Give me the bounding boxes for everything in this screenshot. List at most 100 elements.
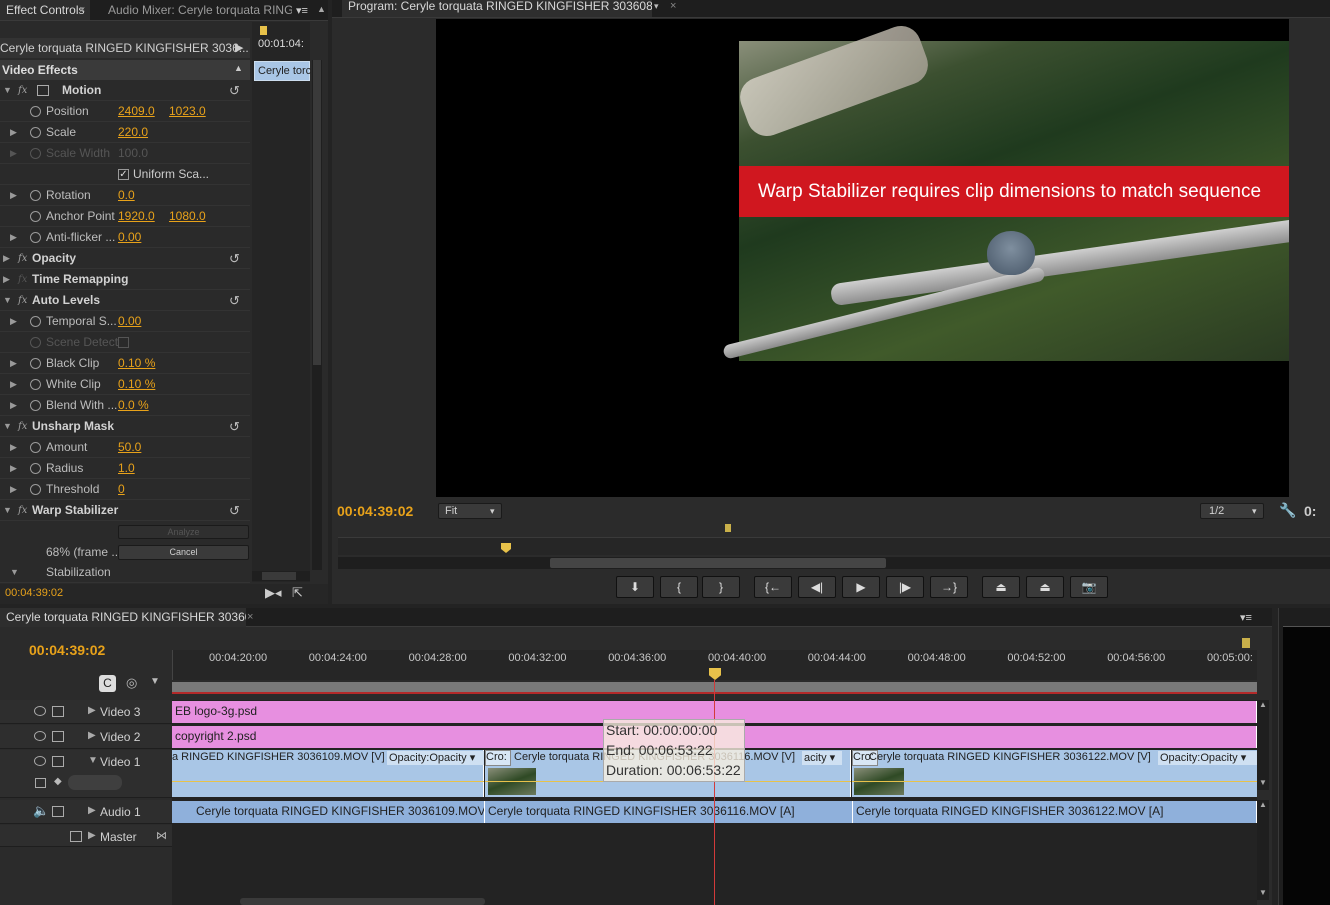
track-video1[interactable]: ▼ Video 1 ◆ xyxy=(0,750,172,798)
lift-button[interactable]: ⏏ xyxy=(982,576,1020,598)
mark-in-button[interactable]: { xyxy=(660,576,698,598)
reset-icon[interactable]: ↺ xyxy=(229,416,240,437)
panel-menu-icon[interactable]: ▾≡ xyxy=(1240,611,1252,624)
ec-vertical-scrollbar[interactable] xyxy=(312,60,322,570)
opacity-dropdown[interactable]: Opacity:Opacity ▾ xyxy=(1158,751,1257,765)
reset-icon[interactable]: ↺ xyxy=(229,290,240,311)
eye-icon[interactable] xyxy=(34,731,46,741)
expand-triangle-icon[interactable]: ▶ xyxy=(10,227,17,248)
param-scale[interactable]: ▶ Scale 220.0 xyxy=(0,122,250,143)
fx-icon[interactable]: fx xyxy=(18,500,27,521)
reset-icon[interactable]: ↺ xyxy=(229,80,240,101)
close-icon[interactable]: × xyxy=(79,4,85,16)
tl-vertical-scrollbar-audio[interactable]: ▲ ▼ xyxy=(1257,800,1269,900)
param-stabilization[interactable]: ▼ Stabilization xyxy=(0,562,250,583)
effect-motion[interactable]: ▼ fx Motion ↺ xyxy=(0,80,250,101)
expand-triangle-icon[interactable]: ▶ xyxy=(88,805,96,816)
eye-icon[interactable] xyxy=(34,756,46,766)
track-audio1[interactable]: 🔈 ▶ Audio 1 xyxy=(0,800,172,824)
stopwatch-icon[interactable] xyxy=(30,484,41,495)
stopwatch-icon[interactable] xyxy=(30,463,41,474)
param-uniform-scale[interactable]: ✓ Uniform Sca... xyxy=(0,164,250,185)
track-lock-icon[interactable] xyxy=(52,731,64,742)
track-lock-icon[interactable] xyxy=(52,706,64,717)
collapse-icon[interactable]: ▲ xyxy=(234,63,243,73)
effect-opacity[interactable]: ▶ fx Opacity ↺ xyxy=(0,248,250,269)
track-lock-icon[interactable] xyxy=(52,756,64,767)
tab-program[interactable]: Program: Ceryle torquata RINGED KINGFISH… xyxy=(342,0,652,17)
play-arrow-icon[interactable]: ▶ xyxy=(235,41,243,54)
expand-triangle-icon[interactable]: ▶ xyxy=(10,374,17,395)
param-anti-flicker[interactable]: ▶ Anti-flicker ... 0.00 xyxy=(0,227,250,248)
clip-3036109-v[interactable]: a RINGED KINGFISHER 3036109.MOV [V] Opac… xyxy=(172,750,484,797)
play-button[interactable]: ▶ xyxy=(842,576,880,598)
effect-unsharp-mask[interactable]: ▼ fx Unsharp Mask ↺ xyxy=(0,416,250,437)
expand-triangle-icon[interactable]: ▼ xyxy=(10,562,19,583)
scroll-up-icon[interactable]: ▲ xyxy=(1259,800,1267,809)
go-to-in-button[interactable]: {← xyxy=(754,576,792,598)
tab-effect-controls[interactable]: Effect Controls xyxy=(0,0,90,20)
stopwatch-icon[interactable] xyxy=(30,358,41,369)
param-radius[interactable]: ▶ Radius 1.0 xyxy=(0,458,250,479)
clip-3036116-a[interactable]: Ceryle torquata RINGED KINGFISHER 303611… xyxy=(485,801,853,823)
param-temporal-smoothing[interactable]: ▶ Temporal S... 0.00 xyxy=(0,311,250,332)
expand-triangle-icon[interactable]: ▼ xyxy=(3,500,12,521)
display-style-icon[interactable] xyxy=(35,778,46,788)
effect-auto-levels[interactable]: ▼ fx Auto Levels ↺ xyxy=(0,290,250,311)
marker-icon[interactable]: ◎ xyxy=(126,675,137,691)
motion-transform-icon[interactable] xyxy=(37,85,49,96)
ec-scroll-thumb[interactable] xyxy=(313,60,321,365)
fx-icon[interactable]: fx xyxy=(18,248,27,269)
playhead-icon[interactable] xyxy=(501,543,511,553)
fx-icon[interactable]: fx xyxy=(18,290,27,311)
master-output-icon[interactable]: ⋈ xyxy=(156,829,167,842)
expand-triangle-icon[interactable]: ▶ xyxy=(10,353,17,374)
speaker-icon[interactable]: 🔈 xyxy=(33,803,49,819)
extract-button[interactable]: ⏏ xyxy=(1026,576,1064,598)
effect-warp-stabilizer[interactable]: ▼ fx Warp Stabilizer ↺ xyxy=(0,500,250,521)
expand-triangle-icon[interactable]: ▶ xyxy=(10,311,17,332)
expand-triangle-icon[interactable]: ▶ xyxy=(88,730,96,741)
expand-triangle-icon[interactable]: ▶ xyxy=(10,437,17,458)
scroll-up-icon[interactable]: ▲ xyxy=(1259,700,1267,709)
stopwatch-icon[interactable] xyxy=(30,190,41,201)
param-black-clip[interactable]: ▶ Black Clip 0.10 % xyxy=(0,353,250,374)
tl-horizontal-scrollbar[interactable] xyxy=(240,898,485,905)
program-time-ruler[interactable] xyxy=(338,537,1330,555)
fx-icon[interactable]: fx xyxy=(18,416,27,437)
add-marker-icon[interactable]: ▼ xyxy=(150,676,160,687)
timeline-timecode[interactable]: 00:04:39:02 xyxy=(29,642,105,658)
scroll-down-icon[interactable]: ▼ xyxy=(1259,778,1267,787)
eye-icon[interactable] xyxy=(34,706,46,716)
track-lock-icon[interactable] xyxy=(52,806,64,817)
mini-playhead-icon[interactable] xyxy=(260,26,267,35)
go-to-out-button[interactable]: →} xyxy=(930,576,968,598)
param-threshold[interactable]: ▶ Threshold 0 xyxy=(0,479,250,500)
expand-triangle-icon[interactable]: ▼ xyxy=(3,80,12,101)
expand-triangle-icon[interactable]: ▶ xyxy=(10,479,17,500)
snap-icon[interactable]: C xyxy=(99,675,116,692)
cross-dissolve-transition[interactable]: Cro: xyxy=(485,750,511,766)
checkbox-checked-icon[interactable]: ✓ xyxy=(118,169,129,180)
tl-vertical-scrollbar[interactable]: ▲ ▼ xyxy=(1257,700,1269,790)
expand-triangle-icon[interactable]: ▶ xyxy=(3,269,10,290)
stopwatch-icon[interactable] xyxy=(30,400,41,411)
fit-dropdown[interactable]: Fit ▾ xyxy=(438,503,502,519)
expand-triangle-icon[interactable]: ▶ xyxy=(10,185,17,206)
fx-icon[interactable]: fx xyxy=(18,80,27,101)
expand-triangle-icon[interactable]: ▶ xyxy=(3,248,10,269)
stopwatch-icon[interactable] xyxy=(30,232,41,243)
tl-zoom-marker-icon[interactable] xyxy=(1242,638,1250,648)
scroll-down-icon[interactable]: ▼ xyxy=(1259,888,1267,897)
opacity-line[interactable] xyxy=(852,781,1257,782)
program-timecode[interactable]: 00:04:39:02 xyxy=(337,503,413,519)
keyframe-nav-control[interactable] xyxy=(68,775,122,790)
zoom-scrollbar-thumb[interactable] xyxy=(550,558,886,568)
clip-3036122-v[interactable]: Cro: Ceryle torquata RINGED KINGFISHER 3… xyxy=(852,750,1257,797)
clip-3036109-a[interactable]: Ceryle torquata RINGED KINGFISHER 303610… xyxy=(172,801,485,823)
param-anchor-point[interactable]: Anchor Point 1920.0 1080.0 xyxy=(0,206,250,227)
mark-out-button[interactable]: } xyxy=(702,576,740,598)
keyframe-icon[interactable]: ◆ xyxy=(54,776,62,787)
tab-audio-mixer[interactable]: Audio Mixer: Ceryle torquata RING xyxy=(102,0,292,20)
collapse-triangle-icon[interactable]: ▼ xyxy=(88,755,98,766)
